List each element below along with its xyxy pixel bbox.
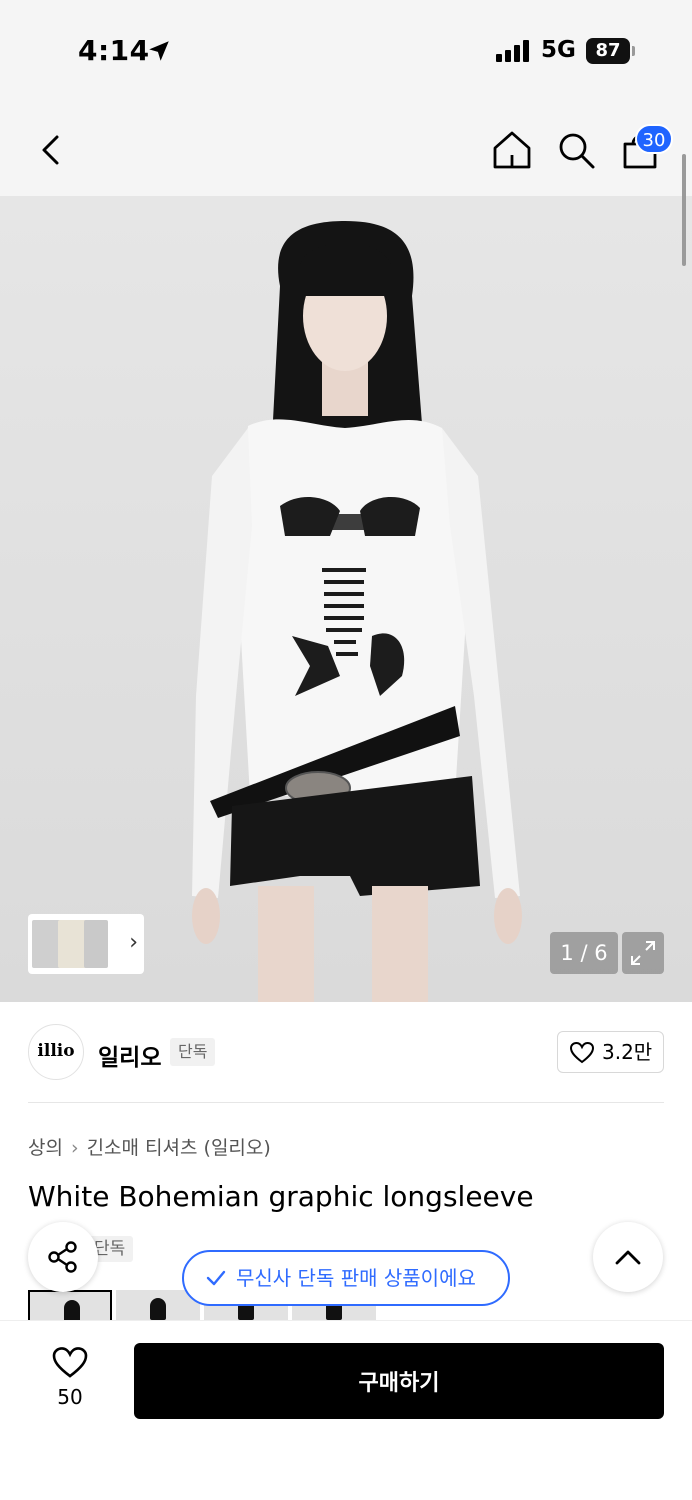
scroll-to-top-button[interactable] bbox=[593, 1222, 663, 1292]
detail-thumbnail[interactable] bbox=[28, 1290, 112, 1320]
brand-logo[interactable]: illio bbox=[28, 1024, 84, 1080]
scrollbar[interactable] bbox=[682, 154, 686, 266]
wishlist-count: 50 bbox=[57, 1385, 83, 1409]
chevron-right-icon: › bbox=[70, 1137, 79, 1159]
divider bbox=[28, 1102, 664, 1103]
exclusive-notice-pill[interactable]: 무신사 단독 판매 상품이에요 bbox=[182, 1250, 510, 1306]
check-icon bbox=[206, 1270, 226, 1286]
breadcrumb-item-subcategory[interactable]: 긴소매 티셔츠 (일리오) bbox=[87, 1133, 271, 1160]
cellular-signal-icon bbox=[496, 40, 529, 62]
location-arrow-icon bbox=[149, 41, 169, 61]
heart-icon bbox=[570, 1042, 594, 1064]
breadcrumb: 상의 › 긴소매 티셔츠 (일리오) bbox=[28, 1133, 271, 1160]
network-type: 5G bbox=[541, 37, 576, 63]
buy-button[interactable]: 구매하기 bbox=[134, 1343, 664, 1419]
product-main-image[interactable]: › 1 / 6 bbox=[0, 196, 692, 1002]
cart-count-badge[interactable]: 30 bbox=[635, 124, 673, 154]
expand-icon bbox=[631, 941, 655, 965]
chevron-up-icon bbox=[615, 1250, 641, 1265]
bottom-action-bar: 50 구매하기 bbox=[0, 1320, 692, 1500]
home-icon[interactable] bbox=[490, 128, 534, 172]
exclusive-notice-text: 무신사 단독 판매 상품이에요 bbox=[236, 1266, 476, 1290]
brand-name[interactable]: 일리오 bbox=[98, 1038, 161, 1072]
gallery-thumbnail-preview[interactable]: › bbox=[28, 914, 144, 974]
image-counter: 1 / 6 bbox=[550, 932, 618, 974]
model-photo bbox=[192, 221, 522, 1002]
status-time: 4:14 bbox=[78, 34, 150, 67]
battery-icon: 87 bbox=[586, 38, 630, 64]
share-button[interactable] bbox=[28, 1222, 98, 1292]
back-icon[interactable] bbox=[30, 128, 74, 172]
search-icon[interactable] bbox=[554, 128, 598, 172]
brand-like-button[interactable]: 3.2만 bbox=[557, 1031, 664, 1073]
nav-bar bbox=[0, 100, 692, 196]
exclusive-badge: 단독 bbox=[170, 1038, 216, 1066]
share-icon bbox=[48, 1241, 77, 1273]
battery-tip bbox=[632, 46, 635, 56]
status-bar: 4:14 5G 87 bbox=[0, 0, 692, 100]
wishlist-button[interactable]: 50 bbox=[40, 1347, 100, 1427]
chevron-right-icon: › bbox=[129, 930, 138, 955]
heart-icon bbox=[52, 1347, 88, 1378]
product-title: White Bohemian graphic longsleeve bbox=[28, 1180, 534, 1213]
breadcrumb-item-category[interactable]: 상의 bbox=[28, 1133, 63, 1160]
fullscreen-button[interactable] bbox=[622, 932, 664, 974]
battery-level: 87 bbox=[595, 40, 621, 61]
thumbnail-image bbox=[84, 920, 108, 968]
brand-like-count: 3.2만 bbox=[602, 1040, 653, 1064]
